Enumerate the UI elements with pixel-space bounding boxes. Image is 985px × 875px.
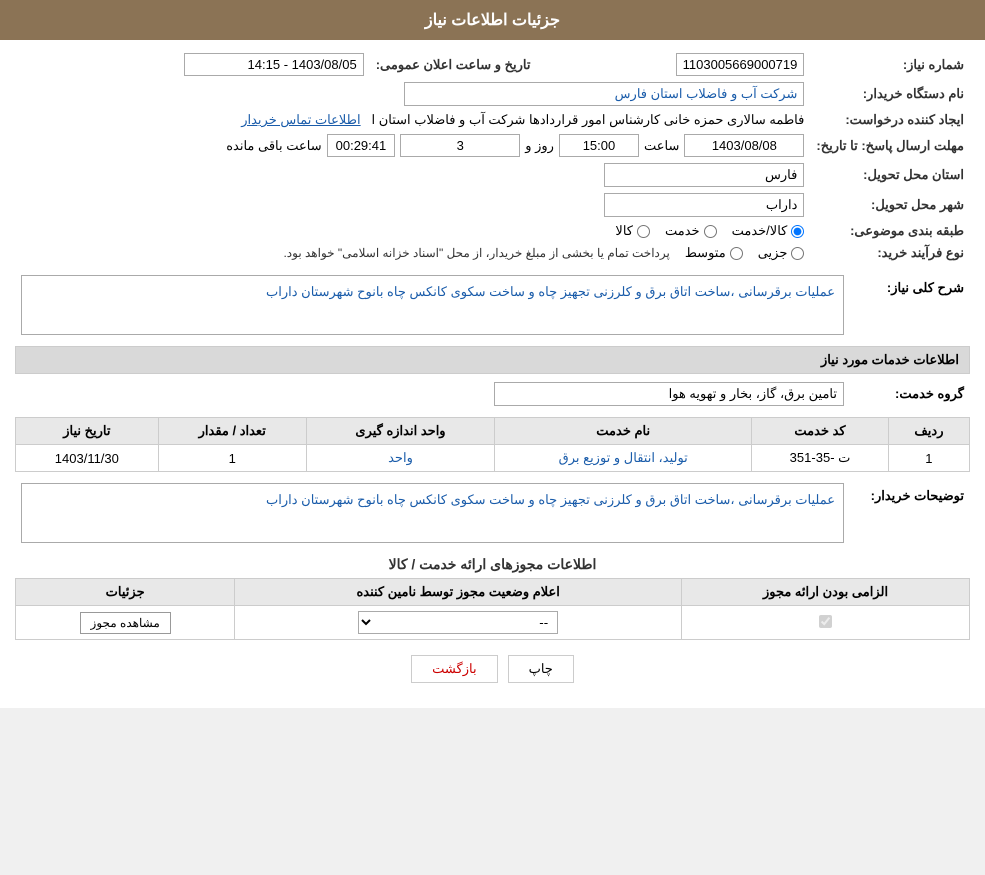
purchase-note: پرداخت تمام یا بخشی از مبلغ خریدار، از م… bbox=[283, 246, 669, 260]
creator-value-cell: فاطمه سالاری حمزه خانی کارشناس امور قرار… bbox=[15, 109, 810, 131]
city-value-cell: داراب bbox=[15, 190, 810, 220]
basic-info-table: شماره نیاز: 1103005669000719 تاریخ و ساع… bbox=[15, 50, 970, 264]
response-days: 3 bbox=[400, 134, 520, 157]
need-number-label: شماره نیاز: bbox=[810, 50, 970, 79]
perm-status-select[interactable]: --دارمندارم bbox=[358, 611, 558, 634]
category-radio-cell: کالا/خدمت خدمت کالا bbox=[15, 220, 810, 242]
cell-service-name: تولید، انتقال و توزیع برق bbox=[495, 445, 752, 472]
cell-unit: واحد bbox=[306, 445, 494, 472]
service-group-value-cell: تامین برق، گاز، بخار و تهویه هوا bbox=[15, 379, 850, 409]
announce-date-label: تاریخ و ساعت اعلان عمومی: bbox=[370, 50, 551, 79]
perm-col-status: اعلام وضعیت مجوز توسط نامین کننده bbox=[235, 579, 682, 606]
category-radio-kala-khadmat[interactable]: کالا/خدمت bbox=[732, 223, 805, 239]
buyer-org-value-cell: شرکت آب و فاضلاب استان فارس bbox=[15, 79, 810, 109]
purchase-radio-motavaset[interactable]: متوسط bbox=[685, 245, 743, 261]
creator-link[interactable]: اطلاعات تماس خریدار bbox=[241, 112, 360, 127]
purchase-type-label: نوع فرآیند خرید: bbox=[810, 242, 970, 264]
services-table-header-row: ردیف کد خدمت نام خدمت واحد اندازه گیری ت… bbox=[16, 418, 970, 445]
services-data-table: ردیف کد خدمت نام خدمت واحد اندازه گیری ت… bbox=[15, 417, 970, 472]
cell-quantity: 1 bbox=[158, 445, 306, 472]
response-time-label: ساعت bbox=[644, 138, 679, 154]
province-value: فارس bbox=[604, 163, 804, 187]
response-time: 15:00 bbox=[559, 134, 639, 157]
buyer-org-value: شرکت آب و فاضلاب استان فارس bbox=[404, 82, 804, 106]
cell-service-code: ت -35-351 bbox=[752, 445, 889, 472]
response-date: 1403/08/08 bbox=[684, 134, 804, 157]
perm-col-required: الزامی بودن ارائه مجوز bbox=[682, 579, 970, 606]
description-table: شرح کلی نیاز: عملیات برقرسانی ،ساخت اتاق… bbox=[15, 272, 970, 338]
creator-label: ایجاد کننده درخواست: bbox=[810, 109, 970, 131]
buyer-org-label: نام دستگاه خریدار: bbox=[810, 79, 970, 109]
services-section-title: اطلاعات خدمات مورد نیاز bbox=[15, 346, 970, 374]
response-countdown-label: ساعت باقی مانده bbox=[226, 138, 321, 154]
table-row: 1 ت -35-351 تولید، انتقال و توزیع برق وا… bbox=[16, 445, 970, 472]
permissions-section-title: اطلاعات مجوزهای ارائه خدمت / کالا bbox=[15, 556, 970, 573]
purchase-type-cell: جزیی متوسط پرداخت تمام یا بخشی از مبلغ خ… bbox=[15, 242, 810, 264]
view-permit-button[interactable]: مشاهده مجوز bbox=[80, 612, 171, 634]
province-value-cell: فارس bbox=[15, 160, 810, 190]
col-unit: واحد اندازه گیری bbox=[306, 418, 494, 445]
buyer-notes-label: توضیحات خریدار: bbox=[850, 480, 970, 546]
response-deadline-row: 1403/08/08 ساعت 15:00 روز و 3 00:29:41 س… bbox=[15, 131, 810, 160]
bottom-buttons: چاپ بازگشت bbox=[15, 655, 970, 683]
page-container: جزئیات اطلاعات نیاز شماره نیاز: 11030056… bbox=[0, 0, 985, 708]
service-group-label: گروه خدمت: bbox=[850, 379, 970, 409]
content-area: شماره نیاز: 1103005669000719 تاریخ و ساع… bbox=[0, 40, 985, 708]
description-label: شرح کلی نیاز: bbox=[850, 272, 970, 338]
col-service-code: کد خدمت bbox=[752, 418, 889, 445]
city-label: شهر محل تحویل: bbox=[810, 190, 970, 220]
col-date: تاریخ نیاز bbox=[16, 418, 159, 445]
response-deadline-label: مهلت ارسال پاسخ: تا تاریخ: bbox=[810, 131, 970, 160]
print-button[interactable]: چاپ bbox=[508, 655, 574, 683]
response-countdown: 00:29:41 bbox=[327, 134, 396, 157]
back-button[interactable]: بازگشت bbox=[411, 655, 497, 683]
category-label: طبقه بندی موضوعی: bbox=[810, 220, 970, 242]
page-header: جزئیات اطلاعات نیاز bbox=[0, 0, 985, 40]
perm-col-details: جزئیات bbox=[16, 579, 235, 606]
perm-required-checkbox bbox=[682, 606, 970, 640]
need-number-value: 1103005669000719 bbox=[676, 53, 805, 76]
announce-date-value-cell: 1403/08/05 - 14:15 bbox=[15, 50, 370, 79]
col-quantity: تعداد / مقدار bbox=[158, 418, 306, 445]
perm-table-header-row: الزامی بودن ارائه مجوز اعلام وضعیت مجوز … bbox=[16, 579, 970, 606]
buyer-notes-table: توضیحات خریدار: عملیات برقرسانی ،ساخت ات… bbox=[15, 480, 970, 546]
province-label: استان محل تحویل: bbox=[810, 160, 970, 190]
purchase-radio-jozi[interactable]: جزیی bbox=[758, 245, 805, 261]
buyer-notes-value-cell: عملیات برقرسانی ،ساخت اتاق برق و کلرزنی … bbox=[15, 480, 850, 546]
buyer-notes-value: عملیات برقرسانی ،ساخت اتاق برق و کلرزنی … bbox=[21, 483, 844, 543]
city-value: داراب bbox=[604, 193, 804, 217]
cell-date: 1403/11/30 bbox=[16, 445, 159, 472]
response-day-label: روز و bbox=[525, 138, 554, 154]
description-value-cell: عملیات برقرسانی ،ساخت اتاق برق و کلرزنی … bbox=[15, 272, 850, 338]
service-group-value: تامین برق، گاز، بخار و تهویه هوا bbox=[494, 382, 844, 406]
cell-row-num: 1 bbox=[888, 445, 969, 472]
creator-value: فاطمه سالاری حمزه خانی کارشناس امور قرار… bbox=[371, 112, 804, 127]
perm-table-row: --دارمندارم مشاهده مجوز bbox=[16, 606, 970, 640]
perm-details-cell: مشاهده مجوز bbox=[16, 606, 235, 640]
col-service-name: نام خدمت bbox=[495, 418, 752, 445]
need-number-value-cell: 1103005669000719 bbox=[550, 50, 810, 79]
category-radio-kala[interactable]: کالا bbox=[615, 223, 650, 239]
permissions-table: الزامی بودن ارائه مجوز اعلام وضعیت مجوز … bbox=[15, 578, 970, 640]
service-group-table: گروه خدمت: تامین برق، گاز، بخار و تهویه … bbox=[15, 379, 970, 409]
perm-status-cell[interactable]: --دارمندارم bbox=[235, 606, 682, 640]
page-title: جزئیات اطلاعات نیاز bbox=[425, 12, 560, 29]
description-value: عملیات برقرسانی ،ساخت اتاق برق و کلرزنی … bbox=[21, 275, 844, 335]
announce-date-value: 1403/08/05 - 14:15 bbox=[184, 53, 364, 76]
category-radio-khadmat[interactable]: خدمت bbox=[665, 223, 717, 239]
col-row-num: ردیف bbox=[888, 418, 969, 445]
